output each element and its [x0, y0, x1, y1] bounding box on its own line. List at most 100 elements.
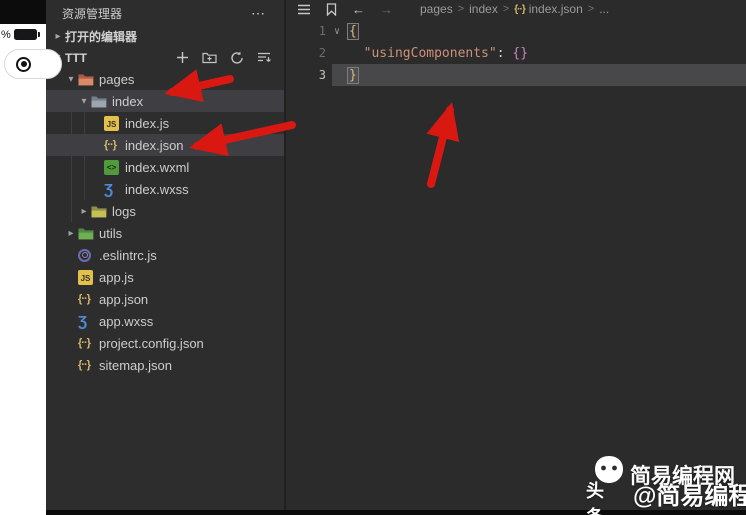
- json-file-icon: {··}: [78, 337, 91, 349]
- record-icon: [16, 56, 31, 72]
- menu-icon[interactable]: [297, 4, 311, 15]
- fold-chevron-icon[interactable]: ∨: [326, 26, 348, 37]
- code-token: {}: [512, 45, 529, 61]
- tree-item-label: logs: [112, 203, 136, 219]
- folder-logs-icon: [91, 206, 107, 217]
- wxss-file-icon: Ʒ: [104, 180, 114, 198]
- more-actions-icon[interactable]: ⋯: [251, 5, 266, 22]
- bookmark-icon[interactable]: [326, 2, 337, 16]
- open-editors-label: 打开的编辑器: [65, 30, 138, 44]
- file-tree: ▾ pages ▾ index JS index.js {··} index.json <>…: [46, 68, 284, 376]
- project-section[interactable]: ▾ TTT: [46, 47, 284, 68]
- folder-index-icon: [91, 96, 107, 107]
- tree-item-app.json[interactable]: {··} app.json: [46, 288, 284, 310]
- new-folder-icon[interactable]: [202, 51, 217, 64]
- breadcrumb-item-...[interactable]: ...: [599, 2, 609, 16]
- simulator-statusbar: %: [0, 27, 46, 42]
- line-number: 1: [318, 24, 326, 38]
- explorer-sidebar: 资源管理器 ⋯ ▸ 打开的编辑器 ▾ TTT ▾ pages▾ indexJSi…: [46, 0, 284, 510]
- editor-topbar: ← → pages > index > {··} index.json >...: [286, 0, 746, 18]
- breadcrumb-item-pages[interactable]: pages: [420, 2, 453, 16]
- tree-item-app.js[interactable]: JS app.js: [46, 266, 284, 288]
- tree-item-label: pages: [99, 71, 135, 87]
- tree-item-pages[interactable]: ▾ pages: [46, 68, 284, 90]
- code-token: :: [496, 45, 513, 61]
- forward-icon[interactable]: →: [380, 2, 393, 17]
- wxml-file-icon: <>: [104, 159, 119, 175]
- tree-item-app.wxss[interactable]: Ʒapp.wxss: [46, 310, 284, 332]
- json-file-icon: {··}: [78, 359, 91, 371]
- folder-pages-icon: [78, 74, 94, 85]
- code-token: {: [347, 22, 359, 40]
- tree-item-label: app.wxss: [99, 313, 154, 329]
- explorer-title: 资源管理器: [62, 6, 123, 21]
- eslint-file-icon: [78, 248, 91, 262]
- battery-icon: [13, 29, 40, 40]
- chevron-down-icon[interactable]: ▾: [64, 74, 78, 85]
- tree-item-index.json[interactable]: {··} index.json: [46, 134, 284, 156]
- tree-item-index.js[interactable]: JS index.js: [46, 112, 284, 134]
- battery-percent-label: %: [1, 28, 11, 41]
- tree-item-label: index.json: [125, 137, 184, 153]
- json-file-icon: {··}: [78, 293, 91, 305]
- line-number: 2: [318, 46, 326, 60]
- current-line-highlight: [332, 64, 746, 86]
- folder-utils-icon: [78, 228, 94, 239]
- tree-item-label: sitemap.json: [99, 357, 172, 373]
- code-area[interactable]: 1 ∨{2 "usingComponents": {} 3}: [286, 20, 746, 86]
- json-file-icon: {··}: [514, 3, 525, 15]
- tree-item-label: .eslintrc.js: [99, 247, 157, 263]
- tree-item-label: utils: [99, 225, 123, 241]
- app-root: % 资源管理器 ⋯ ▸ 打开的编辑器 ▾ TTT: [0, 0, 746, 515]
- code-token: }: [347, 66, 359, 84]
- code-token: "usingComponents": [363, 45, 497, 61]
- tree-item-index.wxss[interactable]: Ʒindex.wxss: [46, 178, 284, 200]
- tree-item-sitemap.json[interactable]: {··} sitemap.json: [46, 354, 284, 376]
- back-icon[interactable]: ←: [352, 2, 365, 17]
- chevron-right-icon[interactable]: ▸: [77, 206, 91, 217]
- breadcrumb-item-index[interactable]: index: [469, 2, 498, 16]
- capsule-button[interactable]: [4, 49, 62, 79]
- editor-pane: ← → pages > index > {··} index.json >... 1 ∨{2 …: [284, 0, 746, 510]
- tree-item-index[interactable]: ▾ index: [46, 90, 284, 112]
- tree-item-utils[interactable]: ▸ utils: [46, 222, 284, 244]
- tree-item-label: index.js: [125, 115, 170, 131]
- code-line-3[interactable]: 3}: [286, 64, 746, 86]
- simulator-top-black: [0, 0, 46, 24]
- code-line-2[interactable]: 2 "usingComponents": {}: [286, 42, 746, 64]
- explorer-header: 资源管理器 ⋯: [46, 0, 284, 26]
- js-file-icon: JS: [104, 115, 119, 131]
- new-file-icon[interactable]: [176, 51, 189, 64]
- wxss-file-icon: Ʒ: [78, 312, 88, 330]
- project-toolbar: [176, 51, 284, 65]
- project-label: TTT: [65, 50, 87, 65]
- tree-item-label: index: [112, 93, 144, 109]
- tree-item-index.wxml[interactable]: <> index.wxml: [46, 156, 284, 178]
- simulator-edge: %: [0, 0, 62, 515]
- code-line-1[interactable]: 1 ∨{: [286, 20, 746, 42]
- tree-item-logs[interactable]: ▸ logs: [46, 200, 284, 222]
- breadcrumb-item-index.json[interactable]: index.json: [529, 2, 583, 16]
- line-number: 3: [318, 68, 326, 82]
- chevron-down-icon[interactable]: ▾: [77, 96, 91, 107]
- breadcrumb-separator: >: [457, 3, 465, 15]
- tree-item-label: app.json: [99, 291, 149, 307]
- tree-item-label: app.js: [99, 269, 134, 285]
- open-editors-section[interactable]: ▸ 打开的编辑器: [46, 26, 284, 47]
- tree-item-project.config.json[interactable]: {··} project.config.json: [46, 332, 284, 354]
- refresh-icon[interactable]: [230, 51, 244, 65]
- chevron-right-icon: ▸: [55, 31, 61, 42]
- tree-item-label: project.config.json: [99, 335, 204, 351]
- breadcrumb: pages > index > {··} index.json >...: [420, 2, 609, 16]
- chevron-right-icon[interactable]: ▸: [64, 228, 78, 239]
- tree-item-label: index.wxml: [125, 159, 190, 175]
- breadcrumb-separator: >: [587, 3, 595, 15]
- bottom-black-bar: [46, 510, 746, 515]
- breadcrumb-separator: >: [502, 3, 510, 15]
- tree-item-.eslintrc.js[interactable]: .eslintrc.js: [46, 244, 284, 266]
- collapse-folders-icon[interactable]: [257, 51, 271, 64]
- js-file-icon: JS: [78, 269, 93, 285]
- tree-item-label: index.wxss: [125, 181, 189, 197]
- json-file-icon: {··}: [104, 139, 117, 151]
